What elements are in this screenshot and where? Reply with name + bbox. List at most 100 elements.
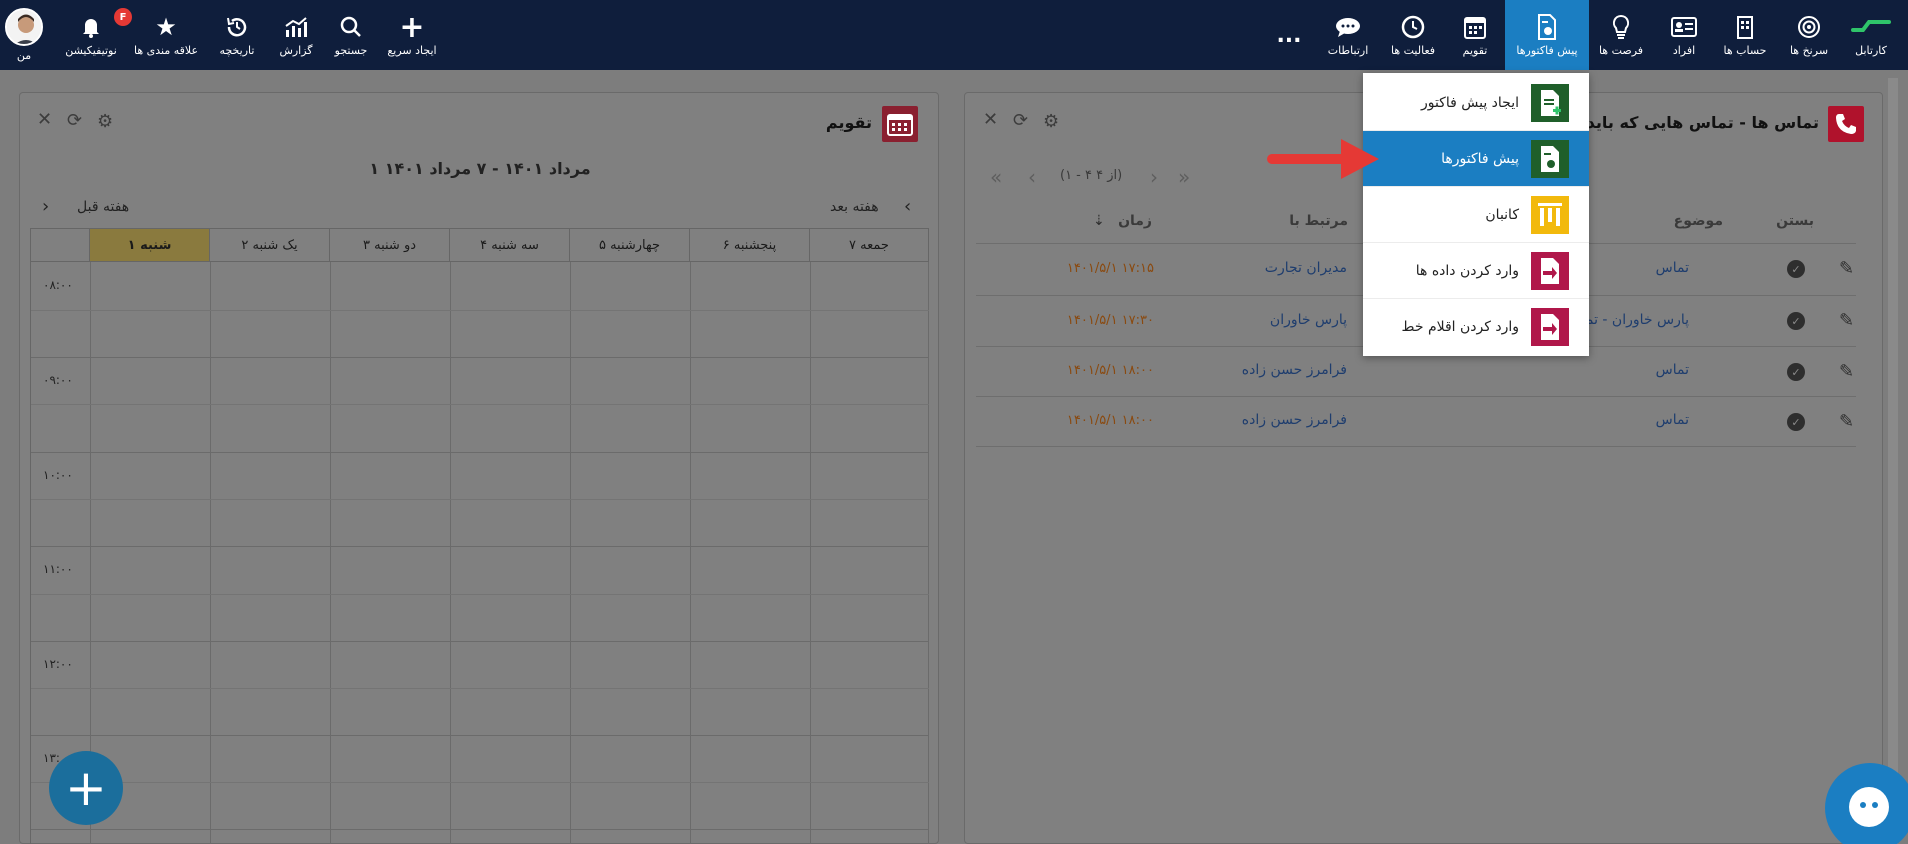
day-header[interactable]: یک شنبه ۲	[210, 228, 330, 262]
row-related[interactable]: فرامرز حسن زاده	[1242, 412, 1347, 428]
pager-text: (۱ - ۴ از ۴)	[1060, 168, 1123, 183]
nav-opportunities[interactable]: فرصت ها	[1592, 0, 1650, 70]
edit-icon[interactable]: ✎	[1839, 258, 1854, 279]
row-time: ۱۴۰۱/۵/۱ ۱۸:۰۰	[1066, 413, 1154, 428]
calls-panel-title: تماس ها - تماس هایی که باید بگ	[1558, 113, 1819, 132]
chevron-left-icon[interactable]: ‹	[904, 196, 911, 217]
nav-label: علاقه مندی ها	[133, 44, 199, 57]
row-subject[interactable]: تماس	[1656, 362, 1689, 378]
nav-cartable[interactable]: کارتابل	[1842, 0, 1900, 70]
nav-label: گزارش	[279, 44, 313, 57]
nav-label: تاریخچه	[219, 44, 255, 57]
check-icon[interactable]: ✓	[1787, 413, 1805, 431]
nav-me[interactable]: من	[2, 0, 46, 70]
col-time[interactable]: زمان	[1118, 213, 1152, 229]
day-header[interactable]: جمعه ۷	[810, 228, 929, 262]
nav-notifications[interactable]: نوتیفیکیشن F	[56, 0, 132, 70]
nav-more-button[interactable]: ...	[1274, 0, 1304, 70]
edit-icon[interactable]: ✎	[1839, 411, 1854, 432]
add-fab-button[interactable]: +	[49, 751, 123, 825]
calendar-panel-title: تقویم	[825, 113, 872, 132]
day-header-today[interactable]: شنبه ۱	[90, 228, 210, 262]
menu-item-import-data[interactable]: وارد کردن داده ها	[1363, 243, 1589, 299]
plus-icon: +	[65, 759, 107, 817]
prev-week-link[interactable]: هفته قبل	[77, 199, 129, 215]
last-page-icon[interactable]: »	[1178, 165, 1190, 189]
day-header[interactable]: چهارشنبه ۵	[570, 228, 690, 262]
history-icon	[225, 13, 249, 41]
row-subject[interactable]: تماس	[1656, 260, 1689, 276]
row-subject[interactable]: تماس	[1656, 412, 1689, 428]
nav-accounts[interactable]: حساب ها	[1716, 0, 1774, 70]
week-grid: جمعه ۷ پنجشنبه ۶ چهارشنبه ۵ سه شنبه ۴ دو…	[30, 228, 929, 844]
close-icon[interactable]: ✕	[37, 109, 52, 130]
nav-label: جستجو	[334, 44, 368, 57]
day-header[interactable]: دو شنبه ۳	[330, 228, 450, 262]
nav-quotes[interactable]: پیش فاکتورها	[1505, 0, 1589, 70]
col-related[interactable]: مرتبط با	[1289, 213, 1348, 229]
row-related[interactable]: مدیران تجارت	[1265, 260, 1347, 276]
nav-label: نوتیفیکیشن	[65, 44, 117, 57]
top-navbar: کارتابل سرنخ ها حساب ها افراد فرصت ها پی…	[0, 0, 1908, 70]
check-icon[interactable]: ✓	[1787, 312, 1805, 330]
row-time: ۱۴۰۱/۵/۱ ۱۷:۳۰	[1066, 313, 1154, 328]
sort-icon[interactable]: ⇣	[1093, 213, 1105, 229]
nav-label: حساب ها	[1723, 44, 1767, 57]
nav-history[interactable]: تاریخچه	[210, 0, 264, 70]
nav-activities[interactable]: فعالیت ها	[1382, 0, 1444, 70]
menu-item-quotes[interactable]: پیش فاکتورها	[1363, 131, 1589, 187]
nav-communications[interactable]: ارتباطات	[1318, 0, 1378, 70]
nav-label: افراد	[1672, 44, 1696, 57]
edit-icon[interactable]: ✎	[1839, 361, 1854, 382]
prev-page-icon[interactable]: ‹	[1028, 165, 1036, 189]
import-data-icon	[1531, 251, 1569, 290]
nav-label: ارتباطات	[1327, 44, 1369, 57]
row-time: ۱۴۰۱/۵/۱ ۱۷:۱۵	[1066, 261, 1154, 276]
quotes-dropdown-menu: ایجاد پیش فاکتور پیش فاکتورها کانبان وار…	[1363, 73, 1589, 356]
support-chat-button[interactable]	[1825, 763, 1908, 844]
nav-search[interactable]: جستجو	[326, 0, 376, 70]
menu-item-kanban[interactable]: کانبان	[1363, 187, 1589, 243]
nav-label: پیش فاکتورها	[1516, 44, 1578, 57]
next-week-link[interactable]: هفته بعد	[830, 199, 879, 215]
settings-icon[interactable]: ⚙	[97, 111, 113, 132]
nav-favorites[interactable]: ★ علاقه مندی ها	[130, 0, 202, 70]
lightbulb-icon	[1611, 13, 1631, 41]
menu-item-import-lines[interactable]: وارد کردن اقلام خط	[1363, 299, 1589, 355]
refresh-icon[interactable]: ⟳	[1013, 110, 1028, 131]
col-subject[interactable]: موضوع	[1674, 213, 1723, 229]
calendar-panel-icon	[882, 106, 918, 142]
invoice-icon	[1537, 13, 1557, 41]
nav-calendar[interactable]: تقویم	[1448, 0, 1502, 70]
nav-contacts[interactable]: افراد	[1656, 0, 1712, 70]
nav-report[interactable]: گزارش	[272, 0, 320, 70]
create-invoice-icon	[1531, 83, 1569, 122]
next-page-icon[interactable]: ›	[1150, 165, 1158, 189]
target-icon	[1797, 13, 1821, 41]
clock-icon	[1401, 13, 1425, 41]
row-related[interactable]: فرامرز حسن زاده	[1242, 362, 1347, 378]
day-header[interactable]: سه شنبه ۴	[450, 228, 570, 262]
calendar-range: ۱ مرداد ۱۴۰۱ - ۷ مرداد ۱۴۰۱	[369, 159, 591, 178]
nav-leads[interactable]: سرنخ ها	[1780, 0, 1838, 70]
time-label: ۰۸:۰۰	[43, 278, 73, 292]
refresh-icon[interactable]: ⟳	[67, 110, 82, 131]
contact-card-icon	[1671, 13, 1697, 41]
page-scrollbar[interactable]	[1888, 78, 1898, 844]
check-icon[interactable]: ✓	[1787, 363, 1805, 381]
row-related[interactable]: پارس خاوران	[1270, 312, 1347, 328]
invoice-list-icon	[1531, 139, 1569, 178]
menu-item-create-quote[interactable]: ایجاد پیش فاکتور	[1363, 75, 1589, 131]
check-icon[interactable]: ✓	[1787, 260, 1805, 278]
kanban-icon	[1531, 195, 1569, 234]
import-lines-icon	[1531, 308, 1569, 346]
settings-icon[interactable]: ⚙	[1043, 111, 1059, 132]
bell-icon	[81, 13, 101, 41]
first-page-icon[interactable]: «	[990, 165, 1002, 189]
chevron-right-icon[interactable]: ›	[42, 196, 49, 217]
close-icon[interactable]: ✕	[983, 109, 998, 130]
day-header[interactable]: پنجشنبه ۶	[690, 228, 810, 262]
nav-quick-create[interactable]: + ایجاد سریع	[384, 0, 440, 70]
nav-label: فرصت ها	[1598, 44, 1644, 57]
edit-icon[interactable]: ✎	[1839, 310, 1854, 331]
